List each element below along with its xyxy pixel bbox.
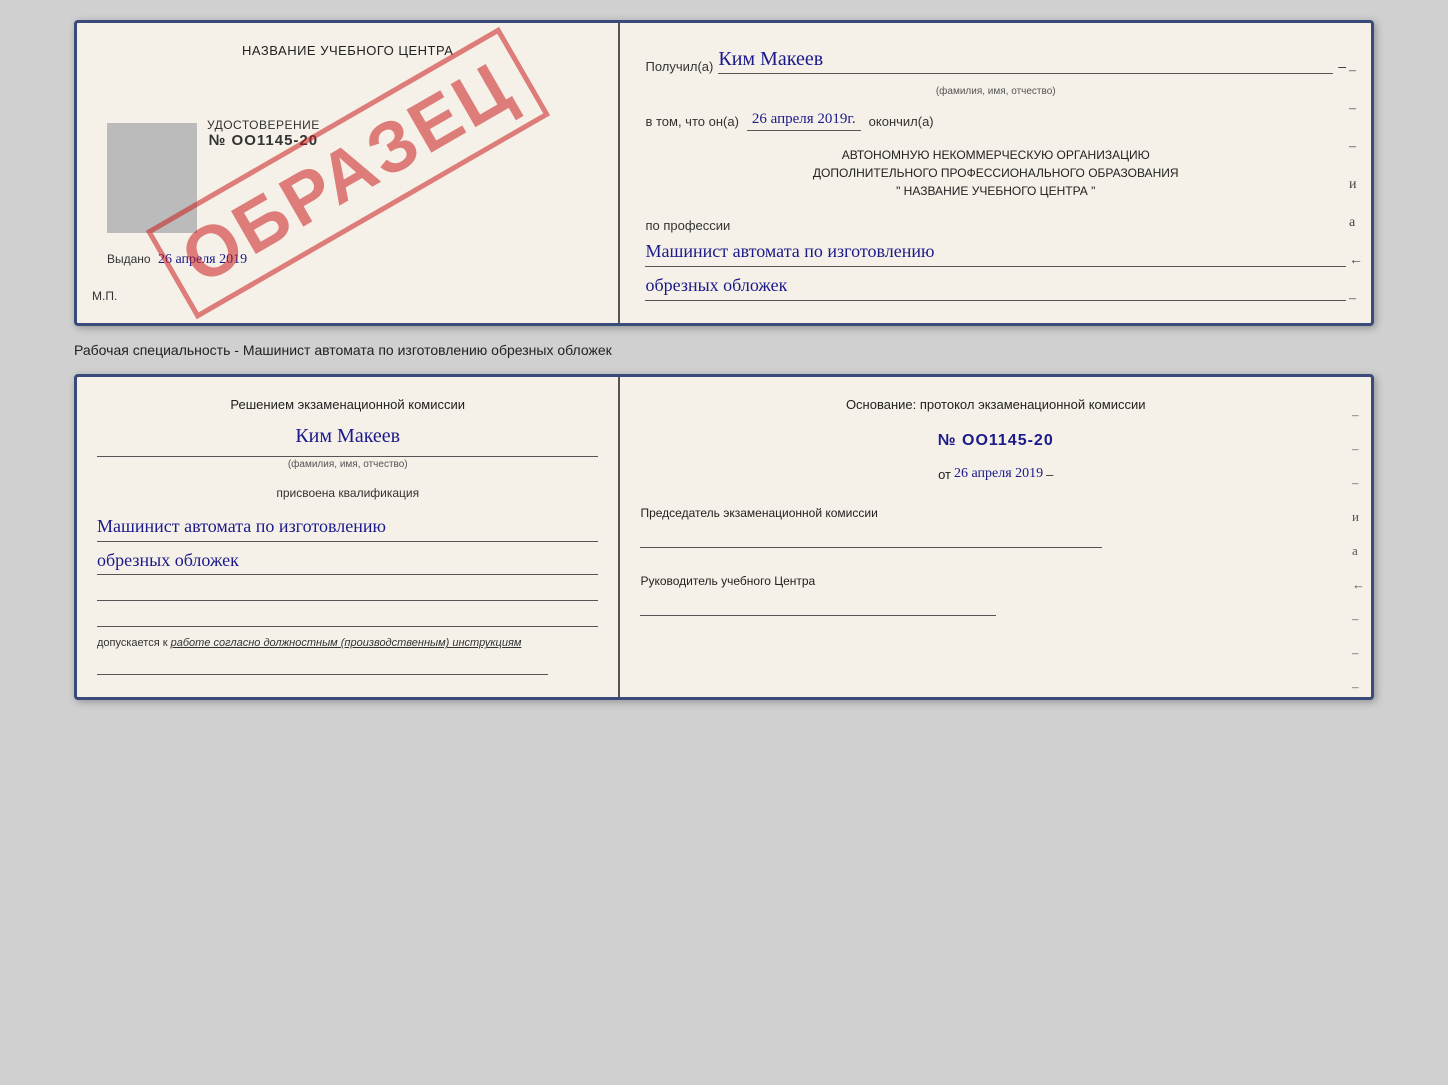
profession-underline2: обрезных обложек <box>645 271 1346 301</box>
osnovanie-block: Основание: протокол экзаменационной коми… <box>640 395 1351 416</box>
caption-line: Рабочая специальность - Машинист автомат… <box>74 338 1374 362</box>
okonchill-label: окончил(а) <box>869 114 934 129</box>
school-name-top: НАЗВАНИЕ УЧЕБНОГО ЦЕНТРА <box>102 43 593 58</box>
mp-line: М.П. <box>92 289 117 303</box>
kvali-line2: обрезных обложек <box>97 546 598 576</box>
poluchil-name: Ким Макеев <box>718 48 1333 74</box>
ruk-underline <box>640 596 995 616</box>
vtom-date: 26 апреля 2019г. <box>747 111 861 131</box>
bottom-card-right: Основание: протокол экзаменационной коми… <box>620 377 1371 697</box>
bottom-card-left: Решением экзаменационной комиссии Ким Ма… <box>77 377 620 697</box>
dopuskaetsya-block: допускается к работе согласно должностны… <box>97 637 598 649</box>
profession-block: по профессии Машинист автомата по изгото… <box>645 218 1346 301</box>
resheniem-label: Решением экзаменационной комиссии <box>97 395 598 416</box>
vtom-line: в том, что он(а) 26 апреля 2019г. окончи… <box>645 111 1346 131</box>
udostoverenie-block: УДОСТОВЕРЕНИЕ № OO1145-20 <box>207 118 320 149</box>
photo-placeholder <box>107 123 197 233</box>
mp-label: М.П. <box>92 289 117 303</box>
profession-label: по профессии <box>645 218 1346 233</box>
bottom-name-subtitle: (фамилия, имя, отчество) <box>97 456 598 473</box>
osnovanie-label: Основание: протокол экзаменационной коми… <box>846 397 1146 412</box>
bottom-card: Решением экзаменационной комиссии Ким Ма… <box>74 374 1374 700</box>
resheniem-block: Решением экзаменационной комиссии Ким Ма… <box>97 395 598 473</box>
udost-number: № OO1145-20 <box>207 132 320 149</box>
document-wrapper: НАЗВАНИЕ УЧЕБНОГО ЦЕНТРА УДОСТОВЕРЕНИЕ №… <box>74 20 1374 700</box>
ot-label: от <box>938 467 951 482</box>
udost-title: УДОСТОВЕРЕНИЕ <box>207 118 320 132</box>
dash-after-name: – <box>1338 58 1346 74</box>
predsedatel-label: Председатель экзаменационной комиссии <box>640 504 1351 522</box>
kvali-text2: обрезных обложек <box>97 550 239 570</box>
poluchil-line: Получил(а) Ким Макеев – <box>645 48 1346 74</box>
top-card-right: Получил(а) Ким Макеев – (фамилия, имя, о… <box>620 23 1371 323</box>
vtom-label: в том, что он(а) <box>645 114 738 129</box>
kvali-line1: Машинист автомата по изготовлению <box>97 512 598 542</box>
bottom-underline-extra <box>97 653 548 675</box>
rukovoditel-block: Руководитель учебного Центра <box>640 572 1351 616</box>
vydano-line: Выдано 26 апреля 2019 <box>107 252 247 268</box>
protocol-number: № OO1145-20 <box>640 432 1351 450</box>
watermark: ОБРАЗЕЦ <box>145 27 549 319</box>
predsedatel-block: Председатель экзаменационной комиссии <box>640 504 1351 548</box>
dopuskaetsya-label: допускается к <box>97 637 168 649</box>
top-card: НАЗВАНИЕ УЧЕБНОГО ЦЕНТРА УДОСТОВЕРЕНИЕ №… <box>74 20 1374 326</box>
rukovoditel-label: Руководитель учебного Центра <box>640 572 1351 590</box>
org-block: АВТОНОМНУЮ НЕКОММЕРЧЕСКУЮ ОРГАНИЗАЦИЮ ДО… <box>645 146 1346 200</box>
vydano-label: Выдано <box>107 252 151 266</box>
predsedatel-underline <box>640 528 1102 548</box>
ot-line: от 26 апреля 2019 – <box>640 466 1351 482</box>
vydano-date: 26 апреля 2019 <box>158 252 247 267</box>
dopuskaetsya-text: работе согласно должностным (производств… <box>171 637 522 649</box>
org-line1: АВТОНОМНУЮ НЕКОММЕРЧЕСКУЮ ОРГАНИЗАЦИЮ <box>645 146 1346 164</box>
profession-text1: Машинист автомата по изготовлению <box>645 241 934 261</box>
ot-date: 26 апреля 2019 <box>954 466 1043 482</box>
profession-text2: обрезных обложек <box>645 275 787 295</box>
kvali-underlines: Машинист автомата по изготовлению обрезн… <box>97 512 598 628</box>
org-line3: " НАЗВАНИЕ УЧЕБНОГО ЦЕНТРА " <box>645 182 1346 200</box>
poluchil-subtitle: (фамилия, имя, отчество) <box>645 86 1346 97</box>
bottom-right-dashes: – – – и а ← – – – – <box>1352 407 1365 700</box>
prisvoena-label: присвоена квалификация <box>97 486 598 500</box>
bottom-name-handwritten: Ким Макеев <box>97 420 598 452</box>
org-line2: ДОПОЛНИТЕЛЬНОГО ПРОФЕССИОНАЛЬНОГО ОБРАЗО… <box>645 164 1346 182</box>
top-card-left: НАЗВАНИЕ УЧЕБНОГО ЦЕНТРА УДОСТОВЕРЕНИЕ №… <box>77 23 620 323</box>
right-dashes: – – – и а ← – – – – <box>1349 63 1363 326</box>
kvali-line3 <box>97 579 598 601</box>
poluchil-label: Получил(а) <box>645 59 713 74</box>
profession-underline1: Машинист автомата по изготовлению <box>645 237 1346 267</box>
kvali-text1: Машинист автомата по изготовлению <box>97 516 386 536</box>
kvali-line4 <box>97 605 598 627</box>
